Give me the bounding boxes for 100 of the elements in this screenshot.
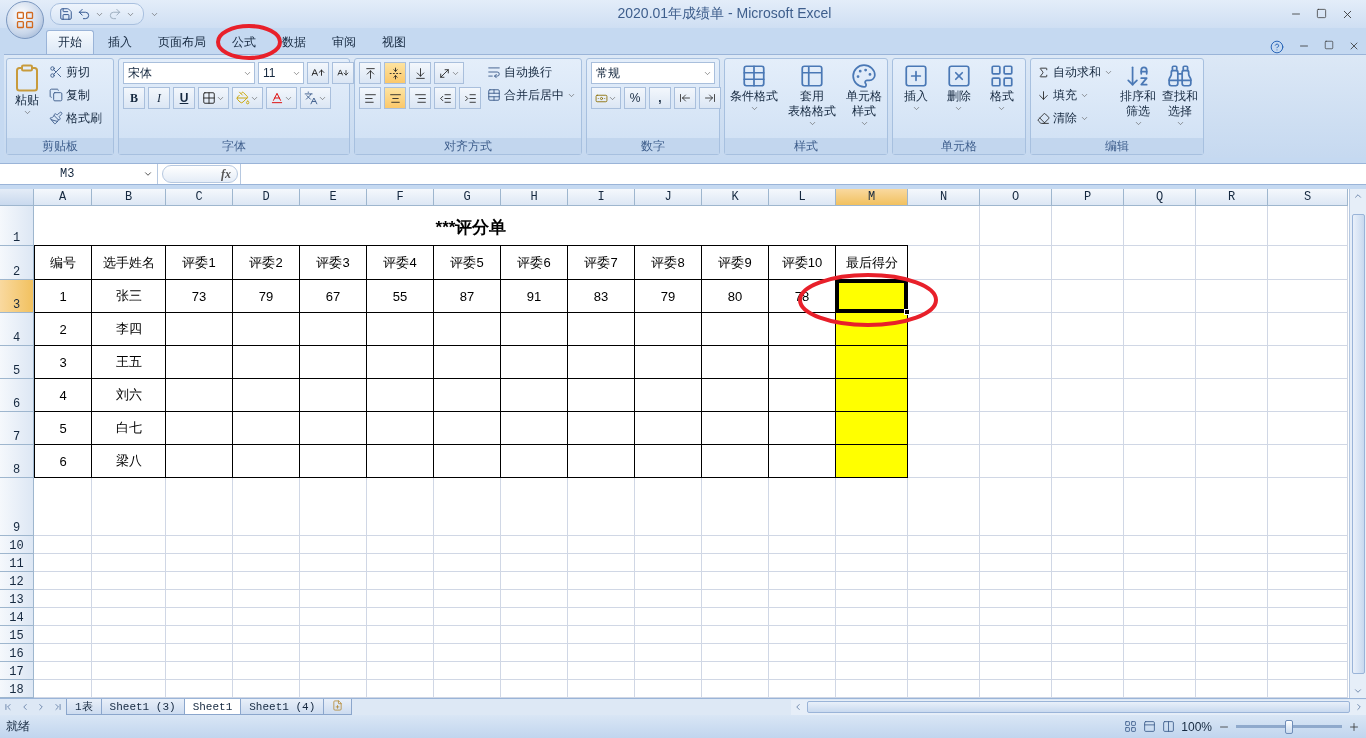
empty-cell[interactable] [166, 379, 233, 412]
table-cell[interactable]: 5 [34, 412, 92, 445]
empty-cell[interactable] [367, 412, 434, 445]
delete-cells-button[interactable]: 删除 [945, 62, 973, 114]
column-header[interactable]: R [1196, 189, 1268, 206]
result-cell[interactable] [836, 412, 908, 445]
merge-center-button[interactable]: 合并后居中 [485, 85, 578, 105]
empty-cell[interactable] [635, 412, 702, 445]
table-cell[interactable]: 87 [434, 280, 501, 313]
vertical-align-button[interactable] [409, 62, 431, 84]
increase-decimal-button[interactable] [674, 87, 696, 109]
row-header[interactable]: 2 [0, 246, 34, 280]
empty-cell[interactable] [702, 445, 769, 478]
column-header[interactable]: S [1268, 189, 1348, 206]
editing-button[interactable]: 清除 [1035, 108, 1115, 128]
table-cell[interactable]: 6 [34, 445, 92, 478]
font-name-field[interactable]: 宋体 [123, 62, 255, 84]
office-button[interactable] [6, 1, 44, 39]
empty-cell[interactable] [233, 346, 300, 379]
table-cell[interactable]: 白七 [92, 412, 166, 445]
empty-cell[interactable] [367, 313, 434, 346]
ribbon-tab[interactable]: 审阅 [320, 30, 368, 54]
comma-button[interactable]: , [649, 87, 671, 109]
column-header[interactable]: O [980, 189, 1052, 206]
empty-cell[interactable] [635, 379, 702, 412]
column-header[interactable]: C [166, 189, 233, 206]
empty-cell[interactable] [568, 379, 635, 412]
column-header[interactable]: E [300, 189, 367, 206]
empty-cell[interactable] [434, 346, 501, 379]
column-header[interactable]: A [34, 189, 92, 206]
format-cells-button[interactable]: 格式 [987, 62, 1016, 114]
empty-cell[interactable] [300, 346, 367, 379]
row-header[interactable]: 13 [0, 590, 34, 608]
empty-cell[interactable] [367, 445, 434, 478]
column-header[interactable]: L [769, 189, 836, 206]
empty-cell[interactable] [166, 346, 233, 379]
select-all-corner[interactable] [0, 189, 34, 206]
column-header[interactable]: K [702, 189, 769, 206]
empty-cell[interactable] [233, 379, 300, 412]
vertical-align-button[interactable] [359, 62, 381, 84]
result-cell[interactable] [836, 346, 908, 379]
table-cell[interactable]: 4 [34, 379, 92, 412]
table-format-button[interactable]: 套用 表格格式 [787, 62, 837, 129]
clipboard-button[interactable]: 复制 [47, 85, 104, 105]
row-header[interactable]: 3 [0, 280, 34, 313]
column-header[interactable]: Q [1124, 189, 1196, 206]
table-cell[interactable]: 刘六 [92, 379, 166, 412]
empty-cell[interactable] [233, 445, 300, 478]
empty-cell[interactable] [635, 313, 702, 346]
column-header[interactable]: B [92, 189, 166, 206]
table-cell[interactable]: 3 [34, 346, 92, 379]
bold-button[interactable]: B [123, 87, 145, 109]
column-header[interactable]: J [635, 189, 702, 206]
horizontal-scrollbar[interactable] [791, 699, 1366, 715]
row-header[interactable]: 12 [0, 572, 34, 590]
table-cell[interactable]: 55 [367, 280, 434, 313]
row-header[interactable]: 11 [0, 554, 34, 572]
table-cell[interactable]: 91 [501, 280, 568, 313]
table-cell[interactable]: 李四 [92, 313, 166, 346]
font-color-button[interactable] [266, 87, 297, 109]
empty-cell[interactable] [434, 412, 501, 445]
empty-cell[interactable] [501, 313, 568, 346]
vertical-align-button[interactable] [384, 62, 406, 84]
result-cell[interactable] [836, 445, 908, 478]
row-header[interactable]: 14 [0, 608, 34, 626]
vertical-scrollbar[interactable] [1349, 189, 1366, 698]
row-header[interactable]: 10 [0, 536, 34, 554]
column-header[interactable]: F [367, 189, 434, 206]
column-header[interactable]: P [1052, 189, 1124, 206]
insert-cells-button[interactable]: 插入 [902, 62, 931, 114]
ribbon-tab[interactable]: 开始 [46, 30, 94, 54]
sheet-tab[interactable]: 1表 [66, 699, 102, 715]
clipboard-button[interactable]: 格式刷 [47, 108, 104, 128]
column-header[interactable]: I [568, 189, 635, 206]
fill-handle[interactable] [904, 309, 910, 315]
empty-cell[interactable] [300, 445, 367, 478]
insert-function-button[interactable]: fx [162, 165, 238, 183]
empty-cell[interactable] [501, 346, 568, 379]
empty-cell[interactable] [702, 412, 769, 445]
decrease-decimal-button[interactable] [699, 87, 721, 109]
currency-button[interactable] [591, 87, 621, 109]
empty-cell[interactable] [300, 412, 367, 445]
borders-button[interactable] [198, 87, 229, 109]
empty-cell[interactable] [300, 379, 367, 412]
wrap-text-button[interactable]: 自动换行 [485, 62, 578, 82]
table-cell[interactable]: 梁八 [92, 445, 166, 478]
table-cell[interactable]: 王五 [92, 346, 166, 379]
column-header[interactable]: M [836, 189, 908, 206]
row-header[interactable]: 18 [0, 680, 34, 698]
table-cell[interactable]: 67 [300, 280, 367, 313]
row-header[interactable]: 7 [0, 412, 34, 445]
table-cell[interactable]: 张三 [92, 280, 166, 313]
empty-cell[interactable] [501, 379, 568, 412]
editing-button[interactable]: 填充 [1035, 85, 1115, 105]
clipboard-button[interactable]: 剪切 [47, 62, 104, 82]
empty-cell[interactable] [434, 313, 501, 346]
table-cell[interactable]: 79 [233, 280, 300, 313]
empty-cell[interactable] [702, 379, 769, 412]
cell-style-button[interactable]: 单元格 样式 [845, 62, 883, 129]
fill-color-button[interactable] [232, 87, 263, 109]
